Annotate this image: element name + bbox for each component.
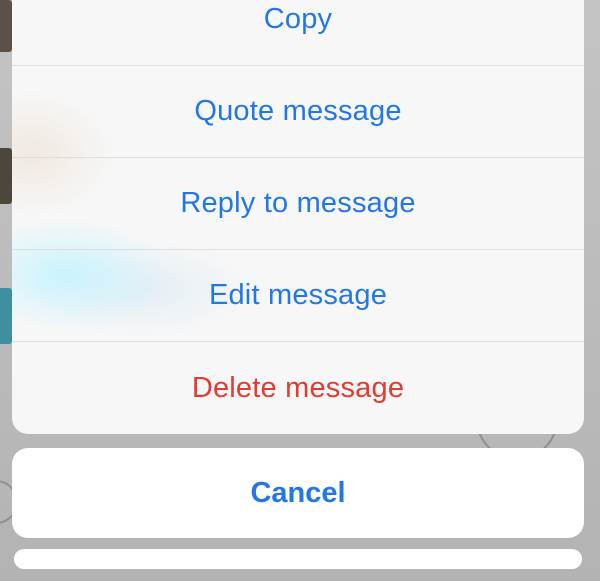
- quote-message-button-label: Quote message: [194, 95, 402, 127]
- delete-message-button-label: Delete message: [191, 371, 405, 404]
- background-thumbnail: [0, 0, 12, 52]
- copy-button-label: Copy: [263, 3, 333, 35]
- background-thumbnail: [0, 288, 12, 344]
- reply-to-message-button[interactable]: Reply to message: [12, 158, 584, 250]
- quote-message-button[interactable]: Quote message: [12, 66, 584, 158]
- action-sheet: Copy Quote message Reply to message Edit…: [12, 0, 584, 434]
- reply-to-message-button-label: Reply to message: [180, 187, 416, 219]
- delete-message-button[interactable]: Delete message: [12, 342, 584, 434]
- cancel-button-label: Cancel: [250, 476, 346, 509]
- edit-message-button-label: Edit message: [208, 279, 388, 311]
- cancel-button[interactable]: Cancel: [12, 448, 584, 538]
- background-thumbnail: [0, 148, 12, 204]
- edit-message-button[interactable]: Edit message: [12, 250, 584, 342]
- bottom-panel-edge: [14, 549, 582, 569]
- copy-button[interactable]: Copy: [12, 0, 584, 66]
